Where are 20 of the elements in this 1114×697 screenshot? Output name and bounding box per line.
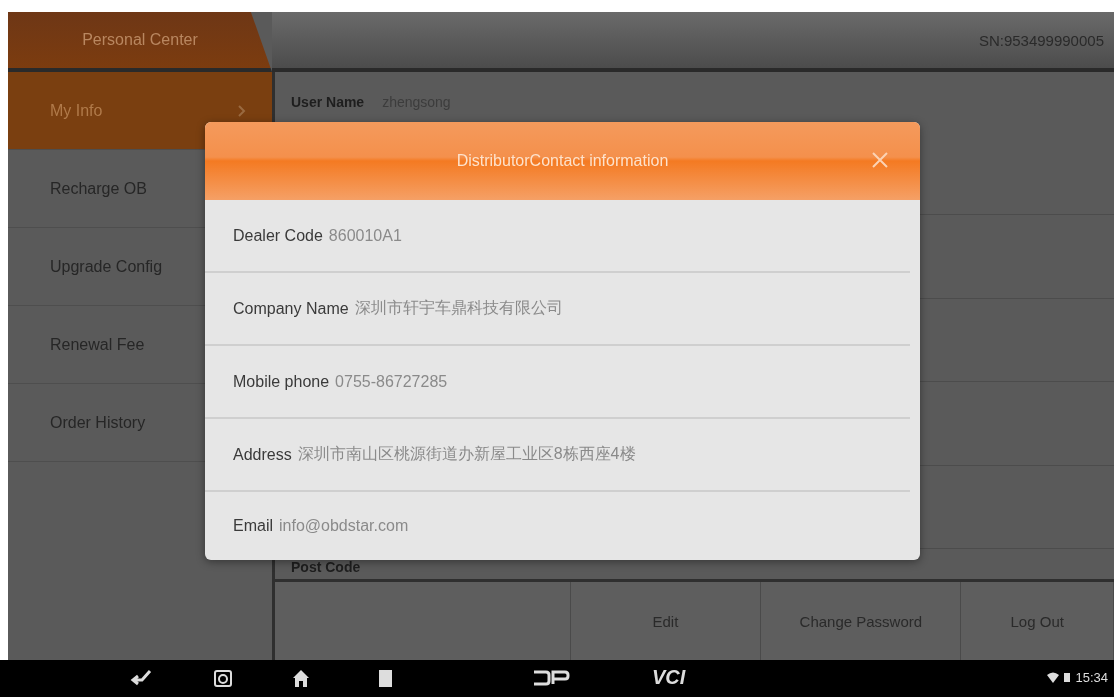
dialog-title: DistributorContact information [456,152,669,170]
sidebar-item[interactable]: My Info [8,72,272,150]
back-icon[interactable] [130,668,152,688]
vci-label[interactable]: VCI [652,666,686,689]
field-label: User Name [291,94,365,110]
info-value: 0755-86727285 [335,372,448,391]
info-value: info@obdstar.com [279,517,409,535]
wifi-icon [1047,672,1060,683]
chevron-icon [238,104,246,117]
recent-apps-icon[interactable] [377,668,393,688]
info-value: 深圳市南山区桃源街道办新屋工业区8栋西座4楼 [297,444,636,464]
info-label: Email [233,517,273,535]
camera-icon[interactable] [214,668,232,688]
info-value: 深圳市轩宇车鼎科技有限公司 [354,298,563,318]
sidebar-title: Personal Center [8,12,272,72]
home-icon[interactable] [292,668,310,688]
field-label: Post Code [291,559,361,575]
info-value: 860010A1 [328,226,402,245]
clock-time: 15:34 [1075,670,1108,685]
logo-icon[interactable] [532,668,570,688]
